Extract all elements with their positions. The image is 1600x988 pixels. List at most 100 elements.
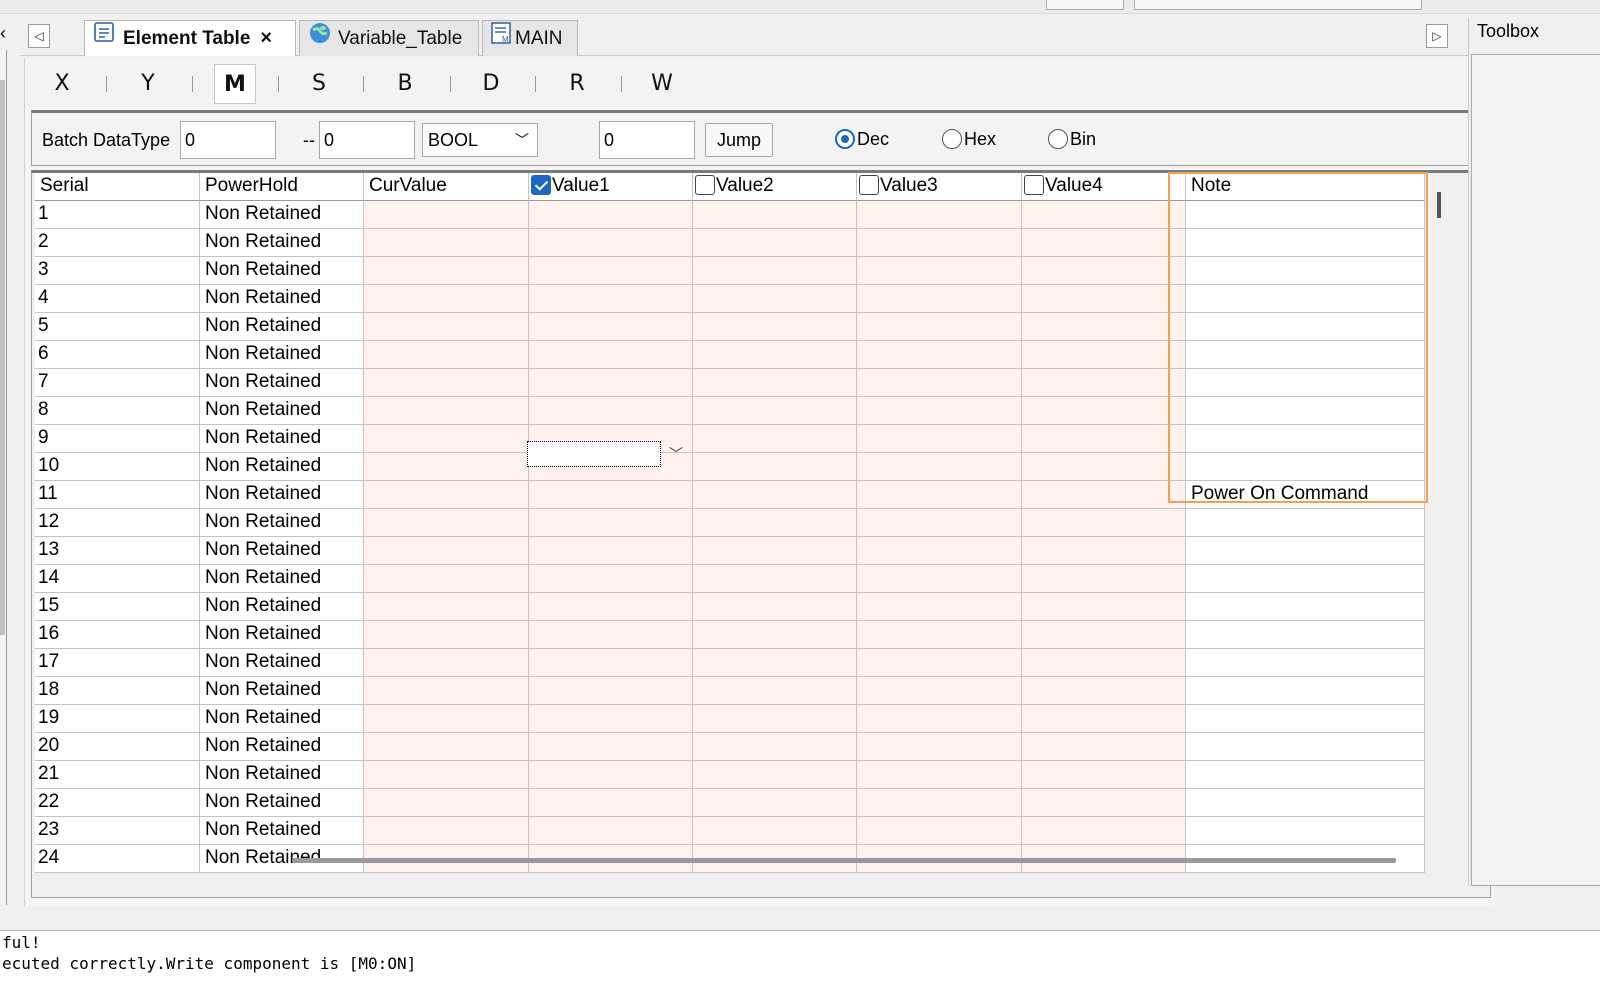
register-x-button[interactable]: X bbox=[41, 64, 83, 104]
col-serial-cell[interactable]: 8 bbox=[35, 397, 200, 425]
col-note-cell[interactable] bbox=[1186, 453, 1425, 481]
col-curvalue-cell[interactable] bbox=[364, 285, 529, 313]
col-value4-cell[interactable] bbox=[1022, 593, 1186, 621]
col-curvalue-cell[interactable] bbox=[364, 481, 529, 509]
col-value3-cell[interactable] bbox=[857, 649, 1022, 677]
col-value2-cell[interactable] bbox=[693, 341, 857, 369]
col-serial-cell[interactable]: 19 bbox=[35, 705, 200, 733]
col-curvalue-cell[interactable] bbox=[364, 425, 529, 453]
col-powerhold-cell[interactable]: Non Retained bbox=[200, 621, 364, 649]
col-value1-header[interactable]: Value1 bbox=[529, 173, 693, 201]
col-curvalue-cell[interactable] bbox=[364, 761, 529, 789]
col-powerhold-cell[interactable]: Non Retained bbox=[200, 257, 364, 285]
col-value1-cell[interactable] bbox=[529, 761, 693, 789]
col-note-cell[interactable]: Power On Command bbox=[1186, 481, 1425, 509]
col-serial-cell[interactable]: 7 bbox=[35, 369, 200, 397]
col-note-cell[interactable] bbox=[1186, 313, 1425, 341]
col-value4-cell[interactable] bbox=[1022, 285, 1186, 313]
checkbox-icon[interactable] bbox=[859, 175, 879, 195]
col-value3-cell[interactable] bbox=[857, 621, 1022, 649]
col-value4-cell[interactable] bbox=[1022, 761, 1186, 789]
register-d-button[interactable]: D bbox=[470, 64, 512, 104]
col-serial-cell[interactable]: 11 bbox=[35, 481, 200, 509]
checkbox-icon[interactable] bbox=[1024, 175, 1044, 195]
col-value2-cell[interactable] bbox=[693, 733, 857, 761]
col-value4-cell[interactable] bbox=[1022, 565, 1186, 593]
col-note-cell[interactable] bbox=[1186, 621, 1425, 649]
col-value1-cell[interactable] bbox=[529, 201, 693, 229]
col-curvalue-cell[interactable] bbox=[364, 201, 529, 229]
col-curvalue-cell[interactable] bbox=[364, 789, 529, 817]
col-note-header[interactable]: Note bbox=[1186, 173, 1425, 201]
toolbar-dropdown[interactable] bbox=[1046, 0, 1124, 10]
register-w-button[interactable]: W bbox=[641, 64, 683, 104]
col-serial-cell[interactable]: 4 bbox=[35, 285, 200, 313]
col-value1-cell[interactable] bbox=[529, 593, 693, 621]
col-value3-cell[interactable] bbox=[857, 341, 1022, 369]
close-tab-icon[interactable]: × bbox=[260, 21, 272, 55]
radix-bin-radio[interactable]: Bin bbox=[1048, 128, 1096, 150]
col-powerhold-cell[interactable]: Non Retained bbox=[200, 425, 364, 453]
jump-address-input[interactable] bbox=[599, 121, 695, 159]
col-powerhold-cell[interactable]: Non Retained bbox=[200, 705, 364, 733]
col-powerhold-cell[interactable]: Non Retained bbox=[200, 789, 364, 817]
col-value3-cell[interactable] bbox=[857, 397, 1022, 425]
col-value1-cell[interactable] bbox=[529, 789, 693, 817]
col-serial-cell[interactable]: 16 bbox=[35, 621, 200, 649]
col-value1-cell[interactable] bbox=[529, 229, 693, 257]
col-note-cell[interactable] bbox=[1186, 705, 1425, 733]
col-value1-cell[interactable] bbox=[529, 649, 693, 677]
col-value3-cell[interactable] bbox=[857, 593, 1022, 621]
col-value2-cell[interactable] bbox=[693, 789, 857, 817]
col-note-cell[interactable] bbox=[1186, 789, 1425, 817]
col-powerhold-cell[interactable]: Non Retained bbox=[200, 201, 364, 229]
col-value1-cell[interactable] bbox=[529, 257, 693, 285]
tab-element-table[interactable]: Element Table × bbox=[84, 20, 296, 56]
col-value2-cell[interactable] bbox=[693, 593, 857, 621]
col-value2-cell[interactable] bbox=[693, 705, 857, 733]
col-value3-cell[interactable] bbox=[857, 453, 1022, 481]
col-note-cell[interactable] bbox=[1186, 537, 1425, 565]
col-value4-cell[interactable] bbox=[1022, 509, 1186, 537]
col-note-cell[interactable] bbox=[1186, 761, 1425, 789]
col-curvalue-cell[interactable] bbox=[364, 341, 529, 369]
toolbar-combobox[interactable] bbox=[1134, 0, 1422, 10]
col-note-cell[interactable] bbox=[1186, 733, 1425, 761]
col-curvalue-cell[interactable] bbox=[364, 257, 529, 285]
col-value4-cell[interactable] bbox=[1022, 705, 1186, 733]
col-powerhold-cell[interactable]: Non Retained bbox=[200, 313, 364, 341]
col-value3-cell[interactable] bbox=[857, 425, 1022, 453]
col-curvalue-cell[interactable] bbox=[364, 509, 529, 537]
col-serial-cell[interactable]: 15 bbox=[35, 593, 200, 621]
col-value4-cell[interactable] bbox=[1022, 817, 1186, 845]
col-curvalue-cell[interactable] bbox=[364, 453, 529, 481]
radix-dec-radio[interactable]: Dec bbox=[835, 128, 889, 150]
col-value1-cell[interactable] bbox=[529, 677, 693, 705]
col-curvalue-cell[interactable] bbox=[364, 649, 529, 677]
col-powerhold-cell[interactable]: Non Retained bbox=[200, 229, 364, 257]
col-value3-cell[interactable] bbox=[857, 733, 1022, 761]
col-value3-cell[interactable] bbox=[857, 817, 1022, 845]
col-serial-cell[interactable]: 1 bbox=[35, 201, 200, 229]
value1-edit-dropdown[interactable]: ﹀ bbox=[527, 440, 690, 468]
value1-edit-field[interactable] bbox=[527, 441, 661, 467]
col-serial-header[interactable]: Serial bbox=[35, 173, 200, 201]
col-value1-cell[interactable] bbox=[529, 509, 693, 537]
col-value1-cell[interactable] bbox=[529, 537, 693, 565]
col-value1-cell[interactable] bbox=[529, 817, 693, 845]
col-serial-cell[interactable]: 23 bbox=[35, 817, 200, 845]
col-value2-cell[interactable] bbox=[693, 229, 857, 257]
col-value3-cell[interactable] bbox=[857, 285, 1022, 313]
col-value1-cell[interactable] bbox=[529, 733, 693, 761]
col-powerhold-cell[interactable]: Non Retained bbox=[200, 817, 364, 845]
register-s-button[interactable]: S bbox=[298, 64, 340, 104]
vertical-scrollbar-thumb[interactable] bbox=[1437, 192, 1441, 218]
col-value4-cell[interactable] bbox=[1022, 369, 1186, 397]
col-value4-cell[interactable] bbox=[1022, 313, 1186, 341]
tab-scroll-right-icon[interactable]: ▷ bbox=[1426, 24, 1448, 48]
register-r-button[interactable]: R bbox=[556, 64, 598, 104]
col-curvalue-cell[interactable] bbox=[364, 229, 529, 257]
col-value4-cell[interactable] bbox=[1022, 733, 1186, 761]
col-note-cell[interactable] bbox=[1186, 397, 1425, 425]
col-curvalue-cell[interactable] bbox=[364, 733, 529, 761]
